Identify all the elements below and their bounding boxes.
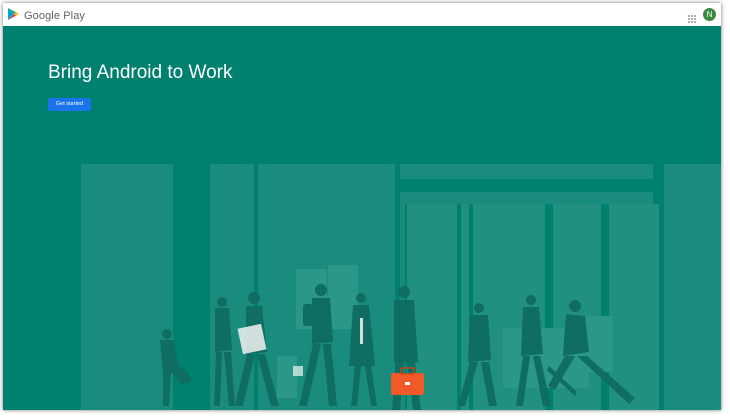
apps-grid-icon[interactable] (688, 10, 696, 23)
browser-page: Google Play N Bring Android to Work Get … (3, 3, 721, 410)
google-play-logo[interactable]: Google Play (8, 7, 85, 25)
hero-banner: Bring Android to Work Get started (3, 26, 721, 410)
people-walking-illustration (81, 164, 721, 410)
top-app-bar: Google Play N (3, 3, 721, 27)
account-avatar[interactable]: N (703, 8, 716, 21)
brand-name: Google Play (24, 10, 86, 22)
google-play-logo-icon (8, 7, 19, 25)
